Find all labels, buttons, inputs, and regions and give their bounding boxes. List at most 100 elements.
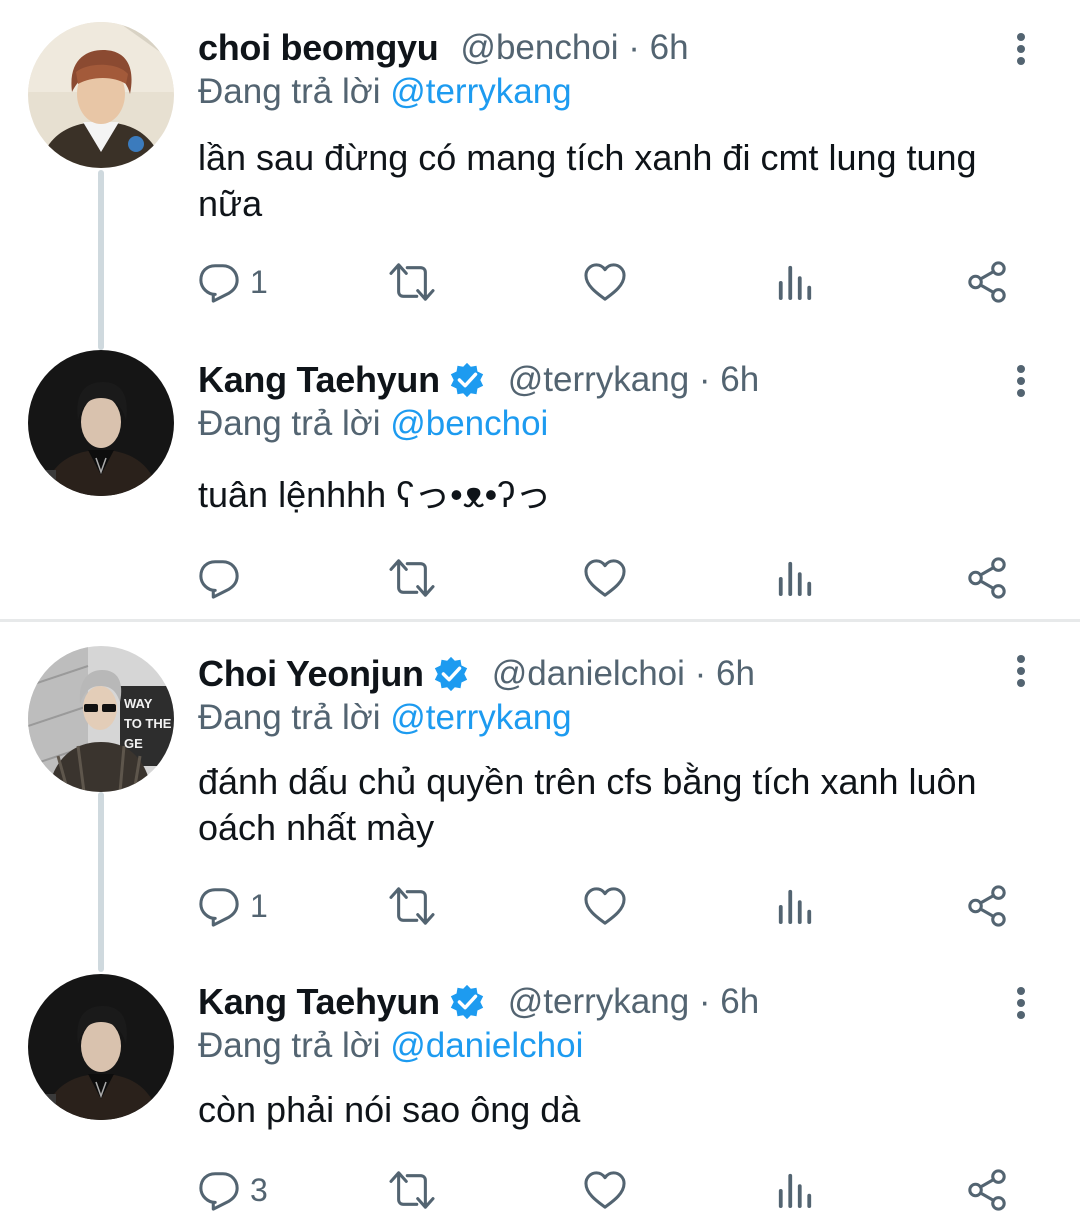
handle-and-time[interactable]: @danielchoi · 6h: [492, 654, 755, 694]
like-icon: [583, 558, 627, 598]
handle-and-time[interactable]: @terrykang · 6h: [508, 360, 759, 400]
avatar[interactable]: [28, 974, 174, 1120]
share-icon: [966, 557, 1008, 599]
mention-link[interactable]: @danielchoi: [390, 1026, 583, 1065]
avatar[interactable]: [28, 22, 174, 168]
display-name[interactable]: Kang Taehyun: [198, 359, 440, 401]
views-icon: [776, 886, 814, 926]
tweet-header: Kang Taehyun @terrykang · 6h: [198, 356, 759, 404]
reply-button[interactable]: [198, 553, 250, 603]
verified-badge-icon: [432, 655, 470, 693]
retweet-button[interactable]: [388, 881, 436, 931]
reply-button[interactable]: 3: [198, 1165, 268, 1215]
share-icon: [966, 885, 1008, 927]
avatar-sign-text-1: WAY: [124, 696, 153, 711]
avatar-taehyun-image: [28, 350, 174, 496]
tweet-text: tuân lệnhhh ʕっ•ᴥ•ʔっ: [198, 474, 552, 515]
avatar[interactable]: [28, 350, 174, 496]
more-options-button[interactable]: [1002, 362, 1040, 400]
views-button[interactable]: [776, 257, 814, 307]
like-icon: [583, 886, 627, 926]
reply-count: 3: [250, 1171, 268, 1208]
replying-to-label: Đang trả lời: [198, 698, 381, 737]
avatar-yeonjun-image: WAY TO THE GE: [28, 646, 174, 792]
avatar-taehyun-image: [28, 974, 174, 1120]
retweet-icon: [388, 261, 436, 303]
like-icon: [583, 262, 627, 302]
verified-badge-icon: [448, 983, 486, 1021]
reply-count: 1: [250, 887, 268, 924]
views-button[interactable]: [776, 553, 814, 603]
like-button[interactable]: [583, 1165, 627, 1215]
tweet-card[interactable]: Kang Taehyun @terrykang · 6h Đang trả lờ…: [0, 332, 1080, 618]
share-icon: [966, 261, 1008, 303]
like-icon: [583, 1170, 627, 1210]
action-bar: 1: [198, 257, 1028, 307]
retweet-button[interactable]: [388, 257, 436, 307]
replying-to: Đang trả lời @danielchoi: [198, 1026, 583, 1066]
avatar-sign-text-2: TO THE: [124, 716, 172, 731]
verified-badge-icon: [448, 361, 486, 399]
share-icon: [966, 1169, 1008, 1211]
replying-to: Đang trả lời @terrykang: [198, 72, 572, 112]
more-options-button[interactable]: [1002, 984, 1040, 1022]
share-button[interactable]: [966, 881, 1008, 931]
like-button[interactable]: [583, 881, 627, 931]
mention-link[interactable]: @benchoi: [390, 404, 548, 443]
views-icon: [776, 1170, 814, 1210]
reply-icon: [198, 261, 240, 303]
display-name[interactable]: Choi Yeonjun: [198, 653, 424, 695]
avatar[interactable]: WAY TO THE GE: [28, 646, 174, 792]
mention-link[interactable]: @terrykang: [390, 698, 571, 737]
views-icon: [776, 262, 814, 302]
reply-button[interactable]: 1: [198, 881, 268, 931]
handle-and-time[interactable]: @terrykang · 6h: [508, 982, 759, 1022]
tweet-header: Choi Yeonjun @danielchoi · 6h: [198, 650, 755, 698]
action-bar: 1: [198, 881, 1028, 931]
like-button[interactable]: [583, 257, 627, 307]
avatar-beomgyu-image: [28, 22, 174, 168]
retweet-button[interactable]: [388, 1165, 436, 1215]
more-options-button[interactable]: [1002, 652, 1040, 690]
display-name[interactable]: Kang Taehyun: [198, 981, 440, 1023]
display-name[interactable]: choi beomgyu: [198, 27, 439, 69]
replying-to-label: Đang trả lời: [198, 72, 381, 111]
views-button[interactable]: [776, 881, 814, 931]
more-options-button[interactable]: [1002, 30, 1040, 68]
action-bar: 3: [198, 1165, 1028, 1215]
tweet-header: Kang Taehyun @terrykang · 6h: [198, 978, 759, 1026]
thread-2: WAY TO THE GE Choi Yeonjun @danielchoi ·…: [0, 622, 1080, 1232]
tweet-card[interactable]: WAY TO THE GE Choi Yeonjun @danielchoi ·…: [0, 622, 1080, 952]
retweet-icon: [388, 1169, 436, 1211]
action-bar: [198, 553, 1028, 603]
tweet-text: lần sau đừng có mang tích xanh đi cmt lu…: [198, 137, 977, 224]
reply-icon: [198, 885, 240, 927]
share-button[interactable]: [966, 553, 1008, 603]
thread-1: choi beomgyu @benchoi · 6h Đang trả lời …: [0, 0, 1080, 620]
replying-to: Đang trả lời @benchoi: [198, 404, 548, 444]
tweet-card[interactable]: Kang Taehyun @terrykang · 6h Đang trả lờ…: [0, 954, 1080, 1232]
reply-count: 1: [250, 263, 268, 300]
like-button[interactable]: [583, 553, 627, 603]
retweet-button[interactable]: [388, 553, 436, 603]
mention-link[interactable]: @terrykang: [390, 72, 571, 111]
tweet-text: còn phải nói sao ông dà: [198, 1089, 581, 1130]
replying-to-label: Đang trả lời: [198, 1026, 381, 1065]
more-vertical-icon: [1002, 30, 1040, 68]
more-vertical-icon: [1002, 652, 1040, 690]
reply-icon: [198, 557, 240, 599]
share-button[interactable]: [966, 1165, 1008, 1215]
handle-and-time[interactable]: @benchoi · 6h: [460, 28, 688, 68]
reply-icon: [198, 1169, 240, 1211]
tweet-header: choi beomgyu @benchoi · 6h: [198, 24, 689, 72]
more-vertical-icon: [1002, 984, 1040, 1022]
tweet-card[interactable]: choi beomgyu @benchoi · 6h Đang trả lời …: [0, 0, 1080, 330]
views-button[interactable]: [776, 1165, 814, 1215]
more-vertical-icon: [1002, 362, 1040, 400]
tweet-text: đánh dấu chủ quyền trên cfs bằng tích xa…: [198, 761, 977, 848]
retweet-icon: [388, 885, 436, 927]
views-icon: [776, 558, 814, 598]
reply-button[interactable]: 1: [198, 257, 268, 307]
retweet-icon: [388, 557, 436, 599]
share-button[interactable]: [966, 257, 1008, 307]
